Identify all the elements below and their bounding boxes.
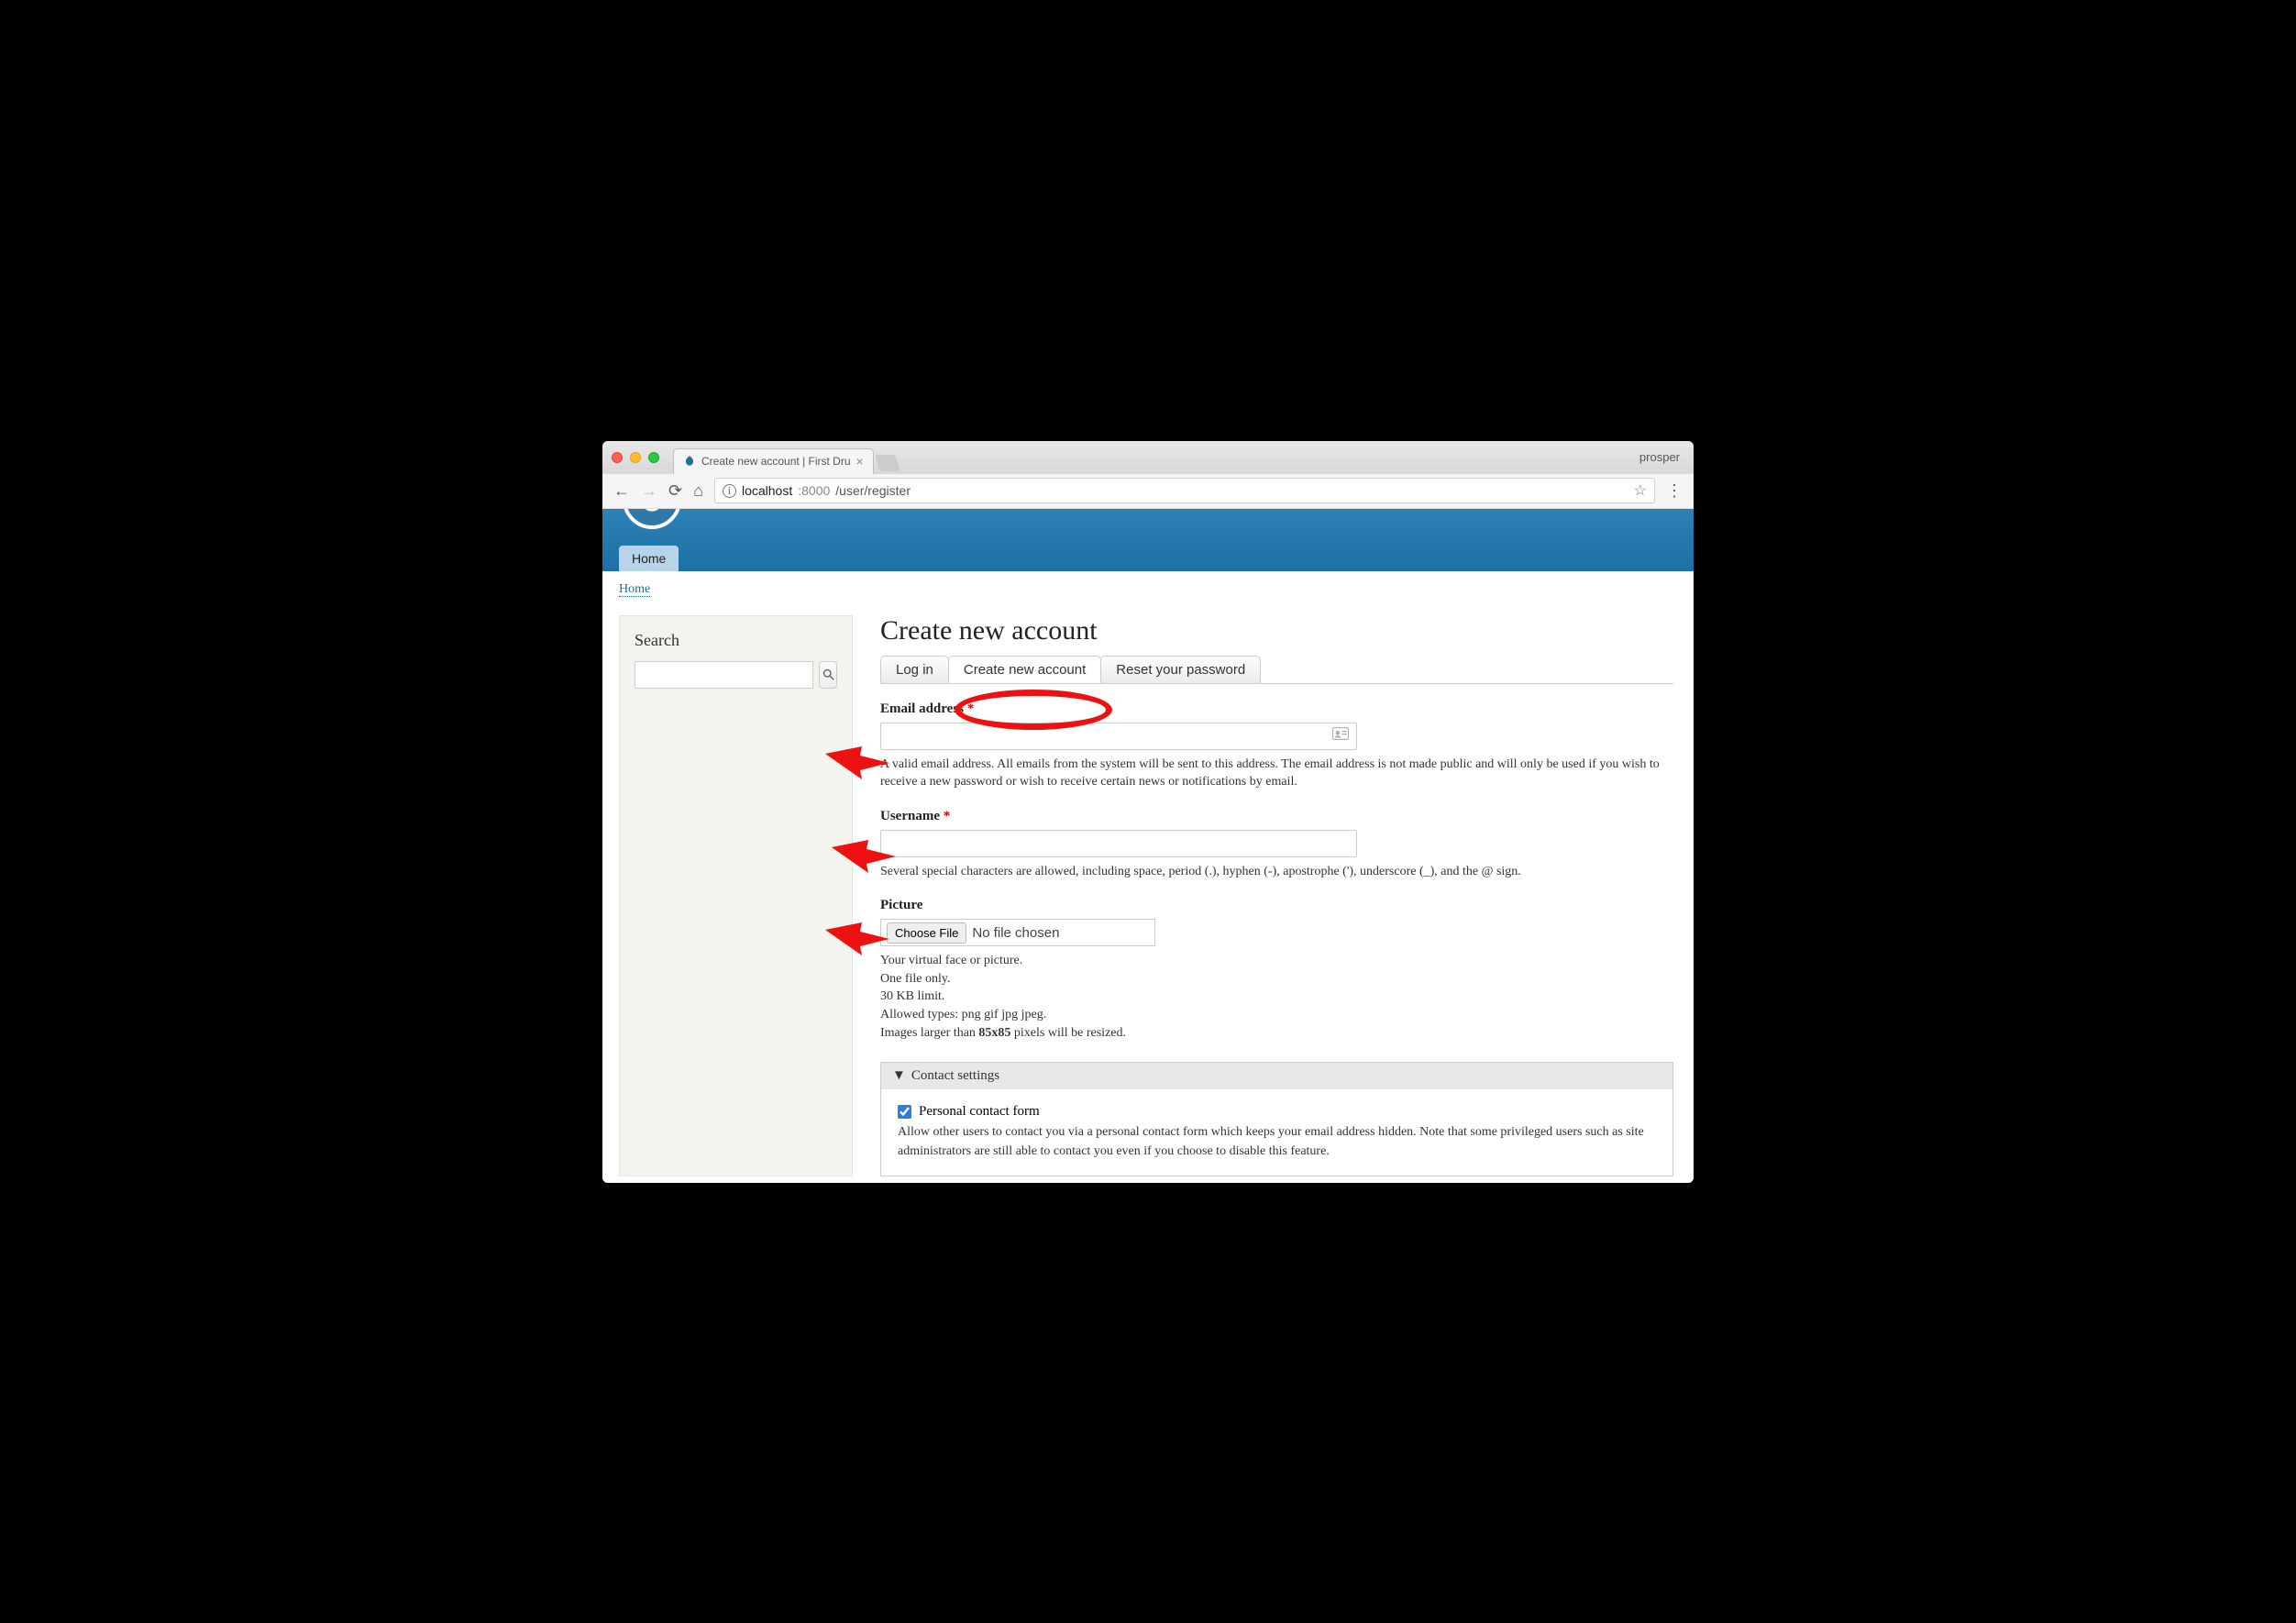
email-description: A valid email address. All emails from t… bbox=[880, 756, 1673, 791]
tab-login[interactable]: Log in bbox=[880, 656, 949, 683]
reload-button[interactable]: ⟳ bbox=[668, 482, 682, 499]
chrome-menu-icon[interactable]: ⋮ bbox=[1666, 481, 1683, 501]
email-field[interactable] bbox=[880, 723, 1357, 750]
maximize-window-button[interactable] bbox=[648, 452, 659, 463]
triangle-down-icon: ▼ bbox=[892, 1068, 906, 1084]
tab-reset-password[interactable]: Reset your password bbox=[1100, 656, 1261, 683]
picture-desc-5-bold: 85x85 bbox=[978, 1026, 1010, 1040]
username-label-text: Username bbox=[880, 809, 940, 823]
drupal-logo-icon bbox=[635, 509, 669, 517]
close-window-button[interactable] bbox=[612, 452, 623, 463]
omnibox[interactable]: i localhost :8000/user/register ☆ bbox=[714, 478, 1655, 503]
url-port: :8000 bbox=[798, 483, 830, 498]
contact-settings-desc: Allow other users to contact you via a p… bbox=[898, 1123, 1656, 1161]
file-status: No file chosen bbox=[972, 925, 1059, 941]
contact-settings-body: Personal contact form Allow other users … bbox=[881, 1089, 1672, 1176]
picture-desc-4: Allowed types: png gif jpg jpeg. bbox=[880, 1006, 1673, 1024]
page-title: Create new account bbox=[880, 615, 1673, 646]
main-content: Create new account Log in Create new acc… bbox=[880, 615, 1677, 1176]
personal-contact-form-checkbox[interactable] bbox=[898, 1105, 911, 1119]
picture-desc-2: One file only. bbox=[880, 970, 1673, 988]
picture-desc-3: 30 KB limit. bbox=[880, 988, 1673, 1006]
nav-home[interactable]: Home bbox=[619, 546, 679, 571]
new-tab-button[interactable] bbox=[875, 455, 900, 471]
picture-file-input[interactable]: Choose File No file chosen bbox=[880, 919, 1155, 946]
bookmark-star-icon[interactable]: ☆ bbox=[1634, 481, 1647, 500]
contact-settings-summary[interactable]: ▼ Contact settings bbox=[881, 1063, 1672, 1089]
sidebar: Search bbox=[619, 615, 853, 1176]
search-input[interactable] bbox=[635, 661, 813, 689]
choose-file-button[interactable]: Choose File bbox=[887, 922, 966, 944]
form-item-picture: Picture Choose File No file chosen Your … bbox=[880, 897, 1673, 1042]
minimize-window-button[interactable] bbox=[630, 452, 641, 463]
email-label-text: Email address bbox=[880, 701, 964, 716]
personal-contact-form-label: Personal contact form bbox=[919, 1104, 1040, 1120]
personal-contact-form-row[interactable]: Personal contact form bbox=[898, 1104, 1656, 1120]
site-info-icon[interactable]: i bbox=[723, 484, 736, 498]
picture-label: Picture bbox=[880, 898, 922, 912]
forward-button[interactable]: → bbox=[641, 482, 657, 499]
tab-title: Create new account | First Dru bbox=[701, 455, 851, 468]
url-host: localhost bbox=[742, 483, 792, 498]
email-label: Email address * bbox=[880, 701, 974, 716]
site-logo[interactable] bbox=[623, 509, 681, 529]
picture-desc-5-post: pixels will be resized. bbox=[1010, 1026, 1126, 1040]
drupal-favicon-icon bbox=[683, 455, 696, 468]
search-icon bbox=[822, 668, 835, 681]
url-path: /user/register bbox=[835, 483, 911, 498]
username-description: Several special characters are allowed, … bbox=[880, 863, 1673, 881]
home-button[interactable]: ⌂ bbox=[693, 482, 703, 499]
form-item-username: Username * Several special characters ar… bbox=[880, 808, 1673, 881]
search-button[interactable] bbox=[819, 661, 837, 689]
page-viewport: Home Home Search bbox=[602, 509, 1694, 1183]
form-item-email: Email address * A valid email address. A… bbox=[880, 701, 1673, 791]
back-button[interactable]: ← bbox=[613, 482, 630, 499]
address-bar: ← → ⟳ ⌂ i localhost :8000/user/register ☆… bbox=[602, 474, 1694, 509]
picture-desc-5-pre: Images larger than bbox=[880, 1026, 978, 1040]
picture-desc-1: Your virtual face or picture. bbox=[880, 952, 1673, 970]
tab-create-account[interactable]: Create new account bbox=[948, 656, 1101, 683]
contact-card-icon bbox=[1332, 727, 1349, 745]
sidebar-search-heading: Search bbox=[635, 631, 837, 650]
contact-settings-fieldset: ▼ Contact settings Personal contact form… bbox=[880, 1062, 1673, 1176]
username-label: Username * bbox=[880, 809, 950, 823]
required-marker: * bbox=[967, 701, 975, 716]
contact-settings-label: Contact settings bbox=[911, 1068, 999, 1084]
titlebar: Create new account | First Dru × prosper bbox=[602, 441, 1694, 474]
browser-window: Create new account | First Dru × prosper… bbox=[602, 441, 1694, 1183]
chrome-profile-name[interactable]: prosper bbox=[1639, 450, 1680, 464]
primary-nav: Home bbox=[619, 546, 679, 571]
search-form bbox=[635, 661, 837, 689]
breadcrumb-home[interactable]: Home bbox=[619, 582, 650, 597]
page-body: Home Search Create new account bbox=[602, 571, 1694, 1183]
account-tabs: Log in Create new account Reset your pas… bbox=[880, 656, 1673, 684]
window-controls bbox=[612, 452, 673, 463]
required-marker: * bbox=[944, 809, 951, 823]
breadcrumb: Home bbox=[619, 580, 1677, 597]
close-tab-icon[interactable]: × bbox=[856, 454, 864, 469]
site-header: Home bbox=[602, 509, 1694, 571]
columns: Search Create new account Log in Create … bbox=[619, 615, 1677, 1176]
browser-tab[interactable]: Create new account | First Dru × bbox=[673, 448, 874, 474]
username-field[interactable] bbox=[880, 830, 1357, 857]
picture-desc-5: Images larger than 85x85 pixels will be … bbox=[880, 1024, 1673, 1043]
